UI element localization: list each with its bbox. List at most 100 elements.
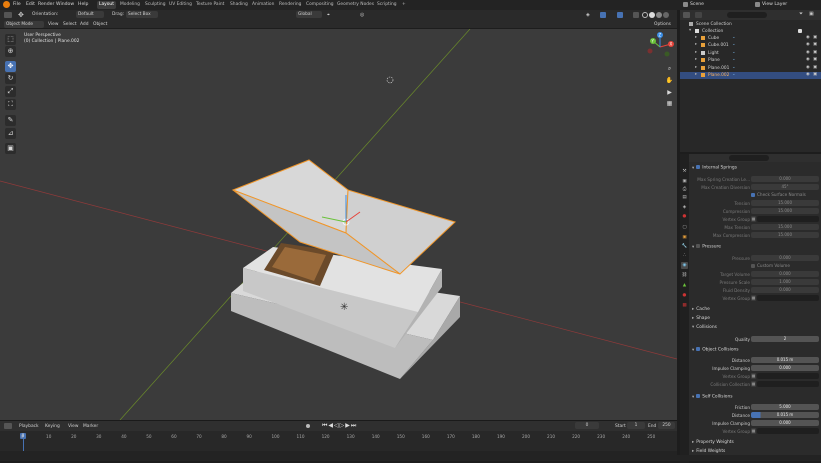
outliner-editor-type-icon[interactable] <box>683 12 690 18</box>
group-search-field[interactable] <box>757 428 819 434</box>
expand-icon[interactable]: ▸ <box>695 57 697 62</box>
group-search-field[interactable] <box>757 373 819 379</box>
max-creation-diversion-field[interactable]: Max Creation Diversion 45° <box>690 184 821 191</box>
render-camera-icon[interactable]: ▣ <box>813 65 817 70</box>
field-value[interactable]: 45° <box>751 184 819 190</box>
record-icon[interactable] <box>306 424 310 428</box>
menu-playback[interactable]: Playback <box>19 424 39 429</box>
shading-rendered-icon[interactable] <box>663 12 669 18</box>
menu-render[interactable]: Render <box>38 2 54 7</box>
tab-layout[interactable]: Layout <box>97 1 116 9</box>
menu-help[interactable]: Help <box>78 2 88 7</box>
section-checkbox[interactable] <box>696 244 701 248</box>
ortho-grid-icon[interactable]: ▦ <box>665 99 674 108</box>
outliner-item[interactable]: ▸ Plane.002 ⌄ ◉ ▣ <box>680 72 821 79</box>
menu-file[interactable]: File <box>13 2 21 7</box>
outliner-item[interactable]: ▸ Plane.001 ⌄ ◉ ▣ <box>680 65 821 72</box>
menu-view-timeline[interactable]: View <box>68 424 78 429</box>
self-distance-field[interactable]: Distance 0.015 m <box>690 412 821 419</box>
outliner[interactable]: ⏷ ▣ Scene Collection ▾ Collection ▸ Cube ⌄… <box>680 10 821 152</box>
expand-icon[interactable]: ▾ <box>689 28 691 33</box>
tab-world-icon[interactable]: ● <box>681 213 688 220</box>
view-layer-name[interactable]: View Layer <box>762 2 787 7</box>
visibility-eye-icon[interactable]: ◉ <box>806 35 810 40</box>
field-value[interactable]: 1.000 <box>751 279 819 285</box>
camera-view-icon[interactable]: ▶ <box>665 88 674 97</box>
shape-section[interactable]: ▸ Shape <box>692 316 710 321</box>
chevron-down-icon[interactable]: ▾ <box>692 245 694 250</box>
tab-physics-icon[interactable]: ◉ <box>681 262 688 269</box>
zoom-icon[interactable]: ⌕ <box>665 64 674 73</box>
outliner-collection[interactable]: ▾ Collection <box>680 28 821 35</box>
render-camera-icon[interactable]: ▣ <box>813 57 817 62</box>
max-spring-creation-field[interactable]: Max Spring Creation Le... 0.000 <box>690 176 821 183</box>
field-value[interactable]: 0.000 <box>751 287 819 293</box>
render-camera-icon[interactable]: ▣ <box>813 72 817 77</box>
tab-texture-paint[interactable]: Texture Paint <box>194 1 226 9</box>
shading-wireframe-icon[interactable] <box>642 12 648 18</box>
tension-field[interactable]: Tension 15.000 <box>690 200 821 207</box>
xray-toggle-icon[interactable] <box>633 12 639 18</box>
friction-field[interactable]: Friction 5.000 <box>690 404 821 411</box>
view-layer-icon[interactable] <box>755 2 760 7</box>
tab-shading[interactable]: Shading <box>228 1 250 9</box>
shading-solid-icon[interactable] <box>649 12 655 18</box>
vertex-group-icon[interactable]: ▦ <box>751 295 756 301</box>
transform-pivot-icon[interactable]: ✥ <box>18 11 24 19</box>
expand-icon[interactable]: ▸ <box>695 72 697 77</box>
expand-icon[interactable]: ▸ <box>695 42 697 47</box>
tab-animation[interactable]: Animation <box>250 1 276 9</box>
field-value[interactable]: 0.000 <box>751 365 819 371</box>
render-camera-icon[interactable]: ▣ <box>813 42 817 47</box>
visibility-eye-icon[interactable]: ◉ <box>806 50 810 55</box>
outliner-item[interactable]: ▸ Cube.001 ⌄ ◉ ▣ <box>680 42 821 49</box>
vertex-group-icon[interactable]: ▦ <box>751 381 756 387</box>
editor-type-icon[interactable] <box>4 12 12 18</box>
menu-view[interactable]: View <box>48 22 58 27</box>
measure-tool-icon[interactable]: ⊿ <box>5 128 16 139</box>
check-surface-normals-checkbox[interactable]: Check Surface Normals <box>690 192 821 199</box>
field-value[interactable]: 15.000 <box>751 232 819 238</box>
pan-hand-icon[interactable]: ✋ <box>665 76 674 85</box>
chevron-down-icon[interactable]: ▾ <box>692 166 694 171</box>
field-value[interactable]: 15.000 <box>751 208 819 214</box>
new-collection-icon[interactable]: ▣ <box>809 11 814 17</box>
group-search-field[interactable] <box>757 216 819 222</box>
snap-icon[interactable]: ⌖ <box>327 12 330 18</box>
shading-material-icon[interactable] <box>656 12 662 18</box>
tab-geometry-nodes[interactable]: Geometry Nodes <box>335 1 376 9</box>
tab-data-icon[interactable]: ▲ <box>681 282 688 289</box>
impulse-clamping-field[interactable]: Impulse Clamping 0.000 <box>690 365 821 372</box>
tab-modeling[interactable]: Modeling <box>118 1 142 9</box>
scale-tool-icon[interactable]: ⤢ <box>5 86 16 97</box>
render-camera-icon[interactable]: ▣ <box>813 35 817 40</box>
scene-icon[interactable] <box>683 2 688 7</box>
chevron-down-icon[interactable]: ▾ <box>692 395 694 400</box>
proportional-edit-icon[interactable]: ◎ <box>360 12 364 18</box>
tab-modifiers-icon[interactable]: 🔧 <box>681 243 688 250</box>
custom-volume-checkbox[interactable]: Custom Volume <box>690 263 821 270</box>
field-value[interactable]: 5.000 <box>751 404 819 410</box>
outliner-display-mode-icon[interactable] <box>695 12 702 18</box>
chevron-right-icon[interactable]: ▸ <box>692 449 694 454</box>
chevron-down-icon[interactable]: ▾ <box>692 325 694 330</box>
navigation-gizmo[interactable]: X Y Z <box>645 32 675 62</box>
outliner-scene-collection[interactable]: Scene Collection <box>680 21 821 28</box>
target-volume-field[interactable]: Target Volume 0.000 <box>690 271 821 278</box>
field-value[interactable]: 0.000 <box>751 176 819 182</box>
pressure-field[interactable]: Pressure 0.000 <box>690 255 821 262</box>
collision-collection-field[interactable]: Collision Collection ▦ <box>690 381 821 388</box>
expand-icon[interactable]: ▸ <box>695 65 697 70</box>
outliner-search-field[interactable] <box>727 12 767 18</box>
section-checkbox[interactable] <box>696 394 701 398</box>
outliner-item[interactable]: ▸ Light ⌄ ◉ ▣ <box>680 50 821 57</box>
tab-scene-icon[interactable]: ◈ <box>681 204 688 211</box>
outliner-item[interactable]: ▸ Cube ⌄ ◉ ▣ <box>680 35 821 42</box>
distance-field[interactable]: Distance 0.015 m <box>690 357 821 364</box>
vertex-group-icon[interactable]: ▦ <box>751 373 756 379</box>
playback-controls[interactable]: ⏮◀◁▷▶⏭ <box>322 422 357 430</box>
tab-rendering[interactable]: Rendering <box>277 1 303 9</box>
properties-search-field[interactable] <box>729 155 769 161</box>
tab-tool-icon[interactable]: ⚒ <box>681 168 688 175</box>
max-tension-field[interactable]: Max Tension 15.000 <box>690 224 821 231</box>
